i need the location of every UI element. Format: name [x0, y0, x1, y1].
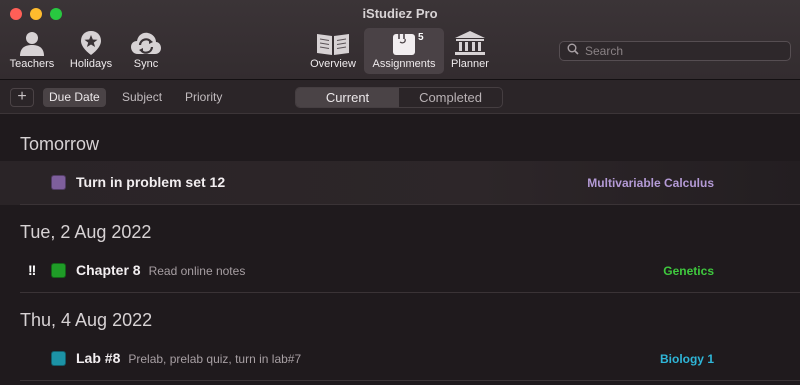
overview-label: Overview [310, 58, 356, 70]
assignment-note: Read online notes [148, 264, 246, 278]
subject-label: Multivariable Calculus [587, 176, 714, 190]
assignments-button[interactable]: Assignments [366, 30, 442, 70]
current-completed-segmented-control: Current Completed [295, 87, 503, 108]
assignment-row[interactable]: Lab #8 Prelab, prelab quiz, turn in lab#7… [0, 337, 800, 381]
add-assignment-button[interactable]: + [10, 88, 34, 107]
person-icon [18, 30, 46, 56]
assignments-label: Assignments [372, 58, 436, 70]
sort-subject-button[interactable]: Subject [116, 88, 168, 107]
assignments-count-badge: 5 [418, 32, 424, 43]
assignment-title-text: Turn in problem set 12 [76, 174, 226, 190]
group-header: Tue, 2 Aug 2022 [20, 222, 152, 242]
planner-button[interactable]: Planner [449, 30, 491, 70]
subject-label: Biology 1 [659, 352, 714, 366]
sort-priority-button[interactable]: Priority [179, 88, 228, 107]
sync-button[interactable]: Sync [124, 30, 168, 70]
holidays-button[interactable]: Holidays [67, 30, 115, 70]
notepad-icon [391, 30, 417, 56]
search-input[interactable] [585, 44, 775, 58]
assignment-row[interactable]: !! Chapter 8 Read online notes Genetics [0, 249, 800, 293]
open-book-icon [315, 30, 351, 56]
row-divider [20, 204, 800, 205]
row-divider [20, 380, 800, 381]
magnifier-icon [567, 42, 579, 60]
sort-due-date-button[interactable]: Due Date [43, 88, 106, 107]
star-badge-icon [79, 30, 103, 56]
teachers-button[interactable]: Teachers [8, 30, 56, 70]
window-title: iStudiez Pro [362, 6, 438, 21]
priority-marker: !! [28, 262, 36, 278]
sync-label: Sync [133, 58, 159, 70]
sync-cloud-icon [130, 30, 162, 56]
assignments-list: Tomorrow Turn in problem set 12 Multivar… [0, 115, 800, 385]
holidays-label: Holidays [69, 58, 113, 70]
assignment-note: Prelab, prelab quiz, turn in lab#7 [128, 352, 302, 366]
assignment-title-text: Chapter 8 [76, 262, 141, 278]
overview-button[interactable]: Overview [307, 30, 359, 70]
institution-building-icon [454, 30, 486, 56]
group-header: Thu, 4 Aug 2022 [20, 310, 153, 330]
completion-checkbox[interactable] [51, 263, 66, 278]
tab-completed[interactable]: Completed [399, 88, 502, 107]
window-titlebar: iStudiez Pro Teachers Holidays Sync Over… [0, 0, 800, 80]
search-field[interactable] [559, 41, 791, 61]
group-header: Tomorrow [20, 134, 100, 154]
completion-checkbox[interactable] [51, 175, 66, 190]
assignment-row[interactable]: Turn in problem set 12 Multivariable Cal… [0, 161, 800, 205]
assignment-title-text: Lab #8 [76, 350, 121, 366]
assignment-title: Turn in problem set 12 [76, 174, 225, 190]
planner-label: Planner [451, 58, 489, 70]
assignment-title: Lab #8 Prelab, prelab quiz, turn in lab#7 [76, 350, 301, 366]
subject-label: Genetics [663, 264, 714, 278]
tab-current[interactable]: Current [296, 88, 399, 107]
teachers-label: Teachers [9, 58, 55, 70]
completion-checkbox[interactable] [51, 351, 66, 366]
row-divider [20, 292, 800, 293]
assignment-title: Chapter 8 Read online notes [76, 262, 245, 278]
